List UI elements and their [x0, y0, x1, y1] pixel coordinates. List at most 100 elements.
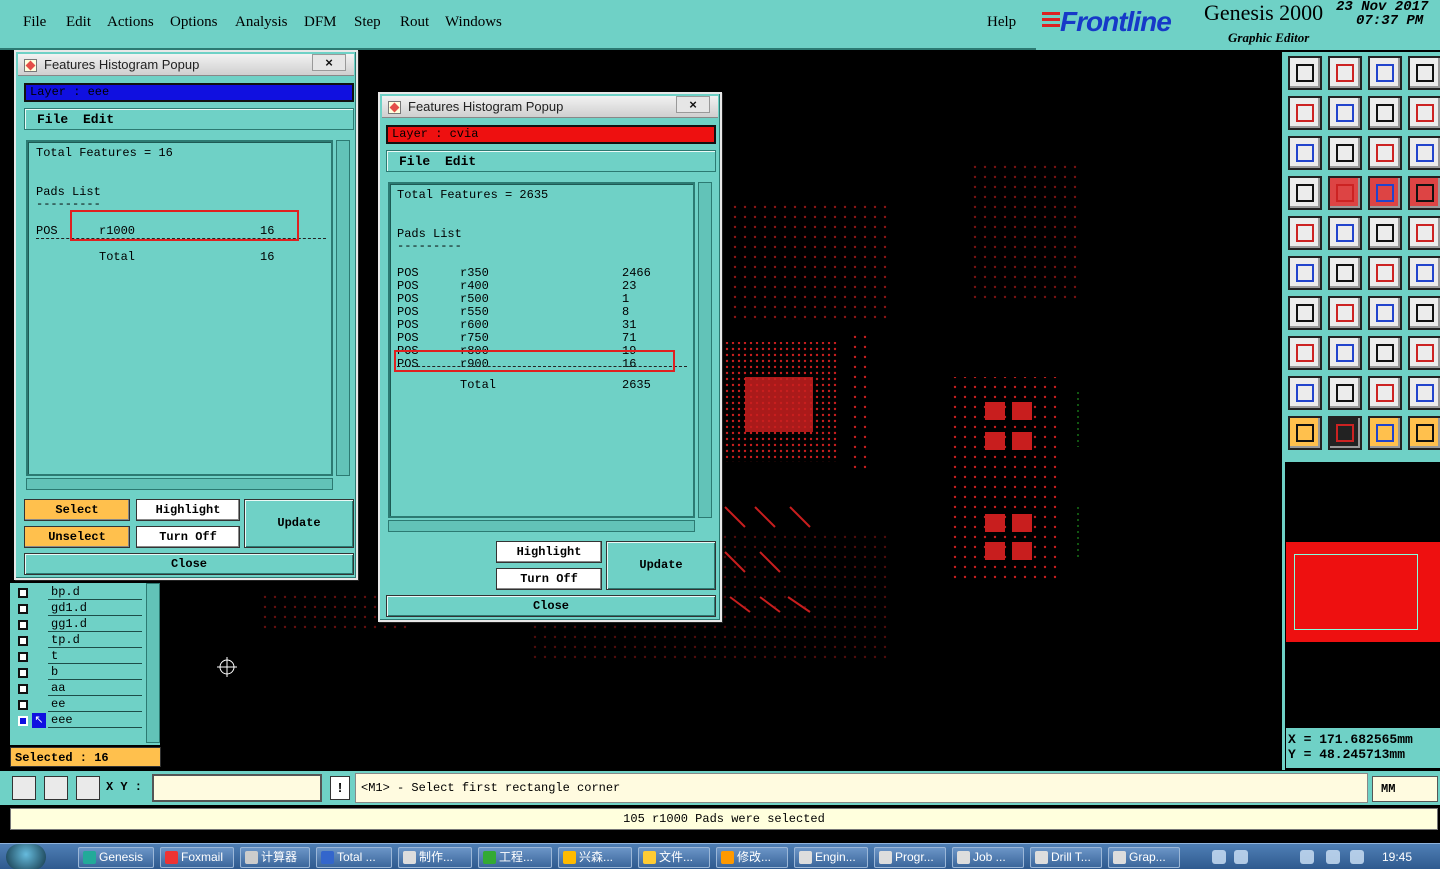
taskbar-item[interactable]: Total ...	[316, 847, 392, 868]
xy-input[interactable]	[152, 774, 322, 802]
keyboard-icon[interactable]	[1212, 850, 1226, 864]
flag-icon[interactable]	[1326, 850, 1340, 864]
menu-step[interactable]: Step	[354, 14, 381, 31]
update-button[interactable]: Update	[244, 499, 354, 548]
open-step-icon[interactable]	[1288, 56, 1322, 90]
grid-icon[interactable]	[76, 776, 100, 800]
arc-icon[interactable]	[1368, 296, 1402, 330]
taskbar-item[interactable]: 修改...	[716, 847, 788, 868]
layer-row[interactable]: aa	[14, 681, 142, 697]
layer-checkbox[interactable]	[18, 716, 28, 726]
layers-blue-icon[interactable]	[1408, 176, 1440, 210]
layer-checkbox[interactable]	[18, 700, 28, 710]
menu-edit[interactable]: Edit	[66, 14, 91, 31]
layer-name[interactable]: tp.d	[48, 633, 142, 648]
volume-icon[interactable]	[1350, 850, 1364, 864]
move-icon[interactable]	[1288, 336, 1322, 370]
turn-off-button[interactable]: Turn Off	[136, 526, 240, 548]
unselect-button[interactable]: Unselect	[24, 526, 130, 548]
help-icon[interactable]	[1234, 850, 1248, 864]
turn-off-button[interactable]: Turn Off	[496, 568, 602, 590]
layer-checkbox[interactable]	[18, 684, 28, 694]
layer-name[interactable]: gd1.d	[48, 601, 142, 616]
home-icon[interactable]	[1368, 56, 1402, 90]
close-button[interactable]: Close	[24, 553, 354, 575]
taskbar-item[interactable]: Job ...	[952, 847, 1024, 868]
vertical-scrollbar[interactable]	[698, 182, 712, 518]
query-icon[interactable]	[1408, 136, 1440, 170]
select-pointer-icon[interactable]	[1328, 416, 1362, 450]
vertical-scrollbar[interactable]	[336, 140, 350, 476]
layer-name[interactable]: gg1.d	[48, 617, 142, 632]
pan-icon[interactable]	[1328, 136, 1362, 170]
node-icon[interactable]	[1368, 256, 1402, 290]
exclamation-icon[interactable]: !	[330, 776, 350, 800]
layer-name[interactable]: ee	[48, 697, 142, 712]
scale-1-2-icon[interactable]	[1368, 136, 1402, 170]
highlight-button[interactable]: Highlight	[136, 499, 240, 521]
pointer-icon[interactable]	[1288, 416, 1322, 450]
popup-menu-file[interactable]: File	[399, 154, 430, 169]
resize-icon[interactable]	[1408, 96, 1440, 130]
taskbar-item[interactable]: 工程...	[478, 847, 552, 868]
ruler-icon[interactable]	[1368, 216, 1402, 250]
layer-row[interactable]: tp.d	[14, 633, 142, 649]
layer-checkbox[interactable]	[18, 620, 28, 630]
highlight-button[interactable]: Highlight	[496, 541, 602, 563]
network-icon[interactable]	[1300, 850, 1314, 864]
draw-slash-icon[interactable]	[1328, 296, 1362, 330]
layer-checkbox[interactable]	[18, 588, 28, 598]
popup-titlebar[interactable]: Features Histogram Popup ×	[18, 54, 354, 76]
layer-checkbox[interactable]	[18, 636, 28, 646]
layer-row[interactable]: gg1.d	[14, 617, 142, 633]
horizontal-scrollbar[interactable]	[388, 520, 695, 532]
popup-menu-edit[interactable]: Edit	[83, 112, 114, 127]
layer-list-scrollbar[interactable]	[146, 583, 160, 743]
taskbar-item[interactable]: Foxmail	[160, 847, 234, 868]
measure-icon[interactable]	[1368, 336, 1402, 370]
pad-icon[interactable]	[1288, 216, 1322, 250]
taskbar-item[interactable]: 制作...	[398, 847, 472, 868]
menu-dfm[interactable]: DFM	[304, 14, 337, 31]
close-icon[interactable]: ×	[676, 96, 710, 113]
window-icon[interactable]	[1408, 56, 1440, 90]
menu-windows[interactable]: Windows	[445, 14, 502, 31]
cross-icon[interactable]	[1328, 256, 1362, 290]
peak-icon[interactable]	[1328, 376, 1362, 410]
lasso-pointer-icon[interactable]	[1368, 416, 1402, 450]
overview-map[interactable]	[1286, 462, 1440, 728]
layer-row[interactable]: b	[14, 665, 142, 681]
menu-options[interactable]: Options	[170, 14, 218, 31]
fit-screen-icon[interactable]	[1288, 136, 1322, 170]
menu-actions[interactable]: Actions	[107, 14, 154, 31]
taskbar-item[interactable]: 文件...	[638, 847, 710, 868]
menu-file[interactable]: File	[23, 14, 46, 31]
connect-icon[interactable]	[1328, 176, 1362, 210]
taskbar-item[interactable]: 兴森...	[558, 847, 632, 868]
taskbar-item[interactable]: 计算器	[240, 847, 310, 868]
layer-name[interactable]: eee	[48, 713, 142, 728]
taskbar-item[interactable]: Engin...	[794, 847, 868, 868]
menu-rout[interactable]: Rout	[400, 14, 429, 31]
circle-icon[interactable]	[1408, 216, 1440, 250]
layer-row[interactable]: bp.d	[14, 585, 142, 601]
layer-checkbox[interactable]	[18, 668, 28, 678]
layer-name[interactable]: b	[48, 665, 142, 680]
layer-name[interactable]: t	[48, 649, 142, 664]
units-selector[interactable]: MM	[1372, 776, 1438, 802]
split-icon[interactable]	[1408, 296, 1440, 330]
close-icon[interactable]: ×	[312, 54, 346, 71]
undo-icon[interactable]	[1288, 96, 1322, 130]
layer-row[interactable]: ee	[14, 697, 142, 713]
layer-name[interactable]: aa	[48, 681, 142, 696]
rectangle-icon[interactable]	[1328, 216, 1362, 250]
wave-icon[interactable]	[1408, 376, 1440, 410]
layer-row-active[interactable]: ↖ eee	[14, 713, 142, 729]
layer-checkbox[interactable]	[18, 604, 28, 614]
taskbar-item[interactable]: Genesis	[78, 847, 154, 868]
arrow-node-icon[interactable]	[1408, 256, 1440, 290]
menu-help[interactable]: Help	[987, 14, 1016, 31]
route-pointer-icon[interactable]	[1408, 416, 1440, 450]
layer-checkbox[interactable]	[18, 652, 28, 662]
zoom-area-icon[interactable]	[12, 776, 36, 800]
